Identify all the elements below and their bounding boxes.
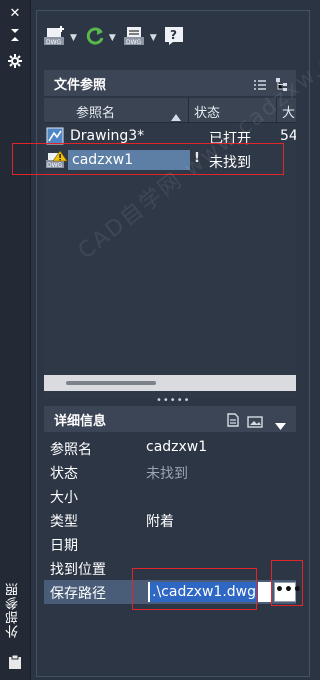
highlight-box-browse [271, 560, 303, 606]
chevron-down-icon[interactable]: ▼ [150, 33, 157, 43]
chevron-down-icon[interactable]: ▼ [109, 33, 116, 43]
palette-title-strip: ✕ 外部参照 [0, 0, 31, 680]
detail-key: 类型 [50, 514, 78, 530]
detail-value: 未找到 [146, 466, 188, 482]
column-name[interactable]: 参照名 [76, 102, 115, 121]
detail-key: 状态 [50, 466, 78, 482]
column-status[interactable]: 状态 [194, 102, 220, 121]
detail-key: 保存路径 [50, 586, 106, 602]
detail-value[interactable]: cadzxw1 [146, 439, 207, 455]
palette-title: 外部参照 [6, 582, 21, 638]
svg-text:DWG: DWG [46, 39, 62, 46]
autohide-icon[interactable] [0, 28, 30, 46]
settings-icon[interactable] [0, 54, 30, 72]
detail-row-name: 参照名 cadzxw1 [44, 436, 296, 460]
reference-size: 54 [280, 128, 296, 144]
file-references-title: 文件参照 [54, 77, 107, 93]
detail-key: 大小 [50, 490, 78, 506]
detail-row-type: 类型 附着 [44, 508, 296, 532]
highlight-box-missing-row [12, 143, 284, 175]
chevron-down-icon[interactable]: ▼ [70, 33, 77, 43]
details-header: 详细信息 [44, 406, 296, 432]
svg-text:?: ? [170, 28, 177, 42]
highlight-box-saved-path [132, 568, 257, 610]
detail-row-date: 日期 [44, 532, 296, 556]
detail-key: 找到位置 [50, 562, 106, 578]
reference-name: Drawing3* [70, 128, 145, 144]
sort-ascending-icon [171, 106, 181, 125]
help-button[interactable]: ? [164, 27, 183, 49]
refresh-icon [85, 26, 105, 50]
scrollbar-thumb[interactable] [66, 381, 156, 385]
change-path-button[interactable]: DWG ▼ [123, 26, 157, 50]
detail-row-status: 状态 未找到 [44, 460, 296, 484]
horizontal-scrollbar[interactable] [44, 375, 296, 391]
splitter-grip[interactable]: ••••• [156, 396, 190, 406]
details-title: 详细信息 [54, 413, 107, 429]
change-path-icon: DWG [123, 26, 146, 50]
list-view-icon[interactable] [254, 76, 266, 95]
detail-value[interactable]: 附着 [146, 511, 174, 531]
detail-row-size: 大小 [44, 484, 296, 508]
svg-text:DWG: DWG [126, 39, 142, 46]
file-references-header: 文件参照 [44, 70, 296, 96]
attach-dwg-button[interactable]: DWG ▼ [44, 26, 77, 50]
clipboard-icon [8, 654, 22, 670]
detail-key: 日期 [50, 538, 78, 554]
detail-key: 参照名 [50, 442, 92, 458]
help-icon: ? [164, 27, 183, 49]
attach-dwg-icon: DWG [44, 26, 66, 50]
toolbar: DWG ▼ ▼ DWG ▼ ? [44, 22, 191, 54]
close-icon[interactable]: ✕ [0, 6, 30, 21]
details-view-icon[interactable] [227, 412, 239, 431]
refresh-button[interactable]: ▼ [85, 26, 116, 50]
